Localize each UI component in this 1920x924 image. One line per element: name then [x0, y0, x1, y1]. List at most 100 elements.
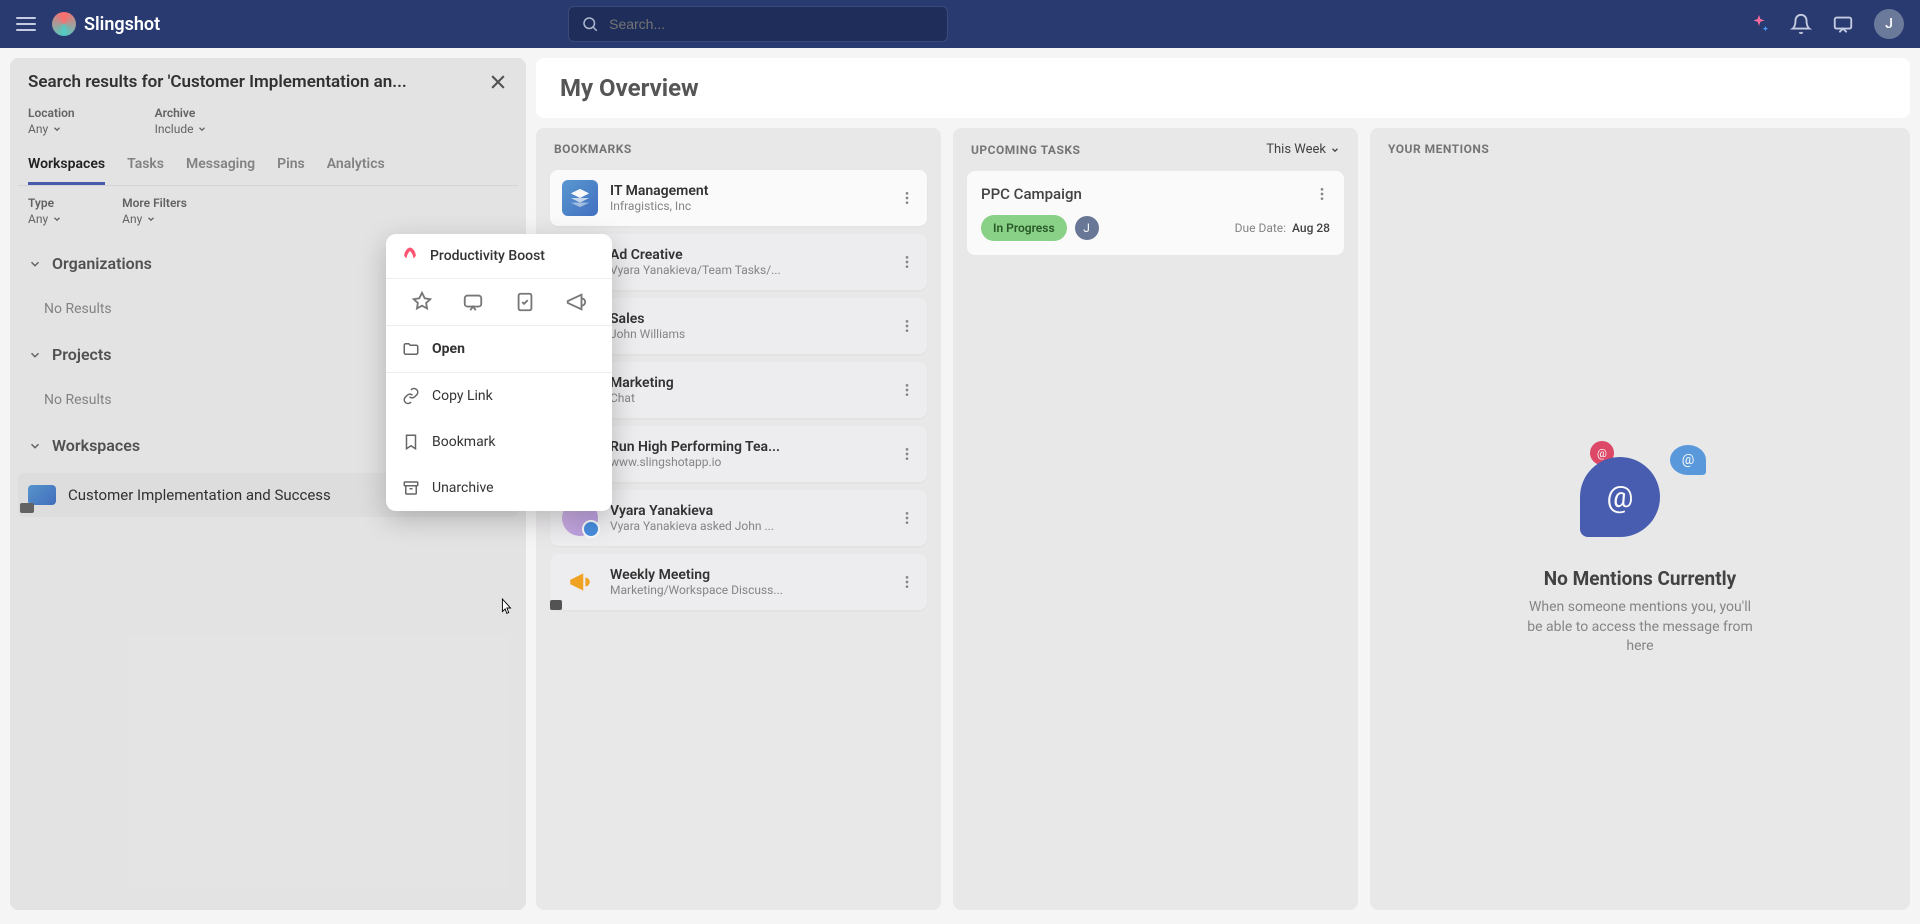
tab-tasks[interactable]: Tasks [127, 148, 164, 185]
mentions-empty-state: @ @ @ No Mentions Currently When someone… [1384, 170, 1896, 924]
bookmark-item[interactable]: IT ManagementInfragistics, Inc [550, 170, 927, 226]
upcoming-filter[interactable]: This Week [1266, 142, 1340, 157]
search-input[interactable] [609, 16, 935, 32]
hamburger-menu[interactable] [16, 17, 36, 31]
archive-icon [402, 479, 420, 497]
bookmark-title: Vyara Yanakieva [610, 503, 887, 519]
bookmark-title: Ad Creative [610, 247, 887, 263]
bookmark-subtitle: www.slingshotapp.io [610, 455, 887, 469]
mentions-header: YOUR MENTIONS [1388, 142, 1489, 156]
chevron-down-icon [52, 124, 62, 134]
filter-more-label: More Filters [122, 196, 187, 210]
context-menu-header: Productivity Boost [386, 234, 612, 279]
workspace-icon [28, 485, 56, 505]
more-icon[interactable] [899, 318, 915, 334]
archive-badge-icon [550, 600, 562, 610]
overview-header: My Overview [536, 58, 1910, 118]
rocket-icon [400, 246, 420, 266]
task-card[interactable]: PPC Campaign In Progress J Due Date: Aug… [967, 171, 1344, 255]
upcoming-column: UPCOMING TASKS This Week PPC Campaign In… [953, 128, 1358, 910]
search-tabs: Workspaces Tasks Messaging Pins Analytic… [18, 148, 518, 186]
chevron-down-icon [146, 214, 156, 224]
chat-icon[interactable] [1832, 13, 1854, 35]
status-badge: In Progress [981, 215, 1067, 241]
filter-type-value[interactable]: Any [28, 212, 62, 226]
bookmark-icon [562, 180, 598, 216]
header-actions: J [1748, 9, 1904, 39]
logo-icon [52, 12, 76, 36]
bookmark-subtitle: Infragistics, Inc [610, 199, 887, 213]
announce-icon[interactable] [565, 291, 587, 313]
task-icon[interactable] [514, 291, 536, 313]
context-menu-popup: Productivity Boost Open Copy Link Bookma… [386, 234, 612, 511]
tab-analytics[interactable]: Analytics [327, 148, 385, 185]
more-icon[interactable] [899, 254, 915, 270]
ai-sparkle-icon[interactable] [1748, 13, 1770, 35]
tab-messaging[interactable]: Messaging [186, 148, 255, 185]
more-icon[interactable] [1314, 186, 1330, 202]
more-icon[interactable] [899, 382, 915, 398]
global-search[interactable] [568, 6, 948, 42]
mentions-empty-title: No Mentions Currently [1544, 567, 1736, 590]
tab-workspaces[interactable]: Workspaces [28, 148, 105, 185]
pin-icon[interactable] [411, 291, 433, 313]
message-icon[interactable] [462, 291, 484, 313]
upcoming-title: UPCOMING TASKS [971, 143, 1080, 157]
chevron-down-icon [197, 124, 207, 134]
bookmarks-title: BOOKMARKS [554, 142, 632, 156]
search-icon [581, 15, 599, 33]
context-bookmark[interactable]: Bookmark [386, 419, 612, 465]
due-date: Due Date: Aug 28 [1235, 221, 1330, 235]
context-quick-actions [386, 279, 612, 326]
more-icon[interactable] [899, 574, 915, 590]
bookmark-subtitle: Marketing/Workspace Discuss... [610, 583, 887, 597]
more-icon[interactable] [899, 190, 915, 206]
bookmark-subtitle: John Williams [610, 327, 887, 341]
app-header: Slingshot J [0, 0, 1920, 48]
task-title: PPC Campaign [981, 185, 1082, 203]
bookmark-subtitle: Chat [610, 391, 887, 405]
mentions-column: YOUR MENTIONS @ @ @ No Mentions Currentl… [1370, 128, 1910, 910]
context-menu-title: Productivity Boost [430, 248, 545, 264]
bookmark-icon [402, 433, 420, 451]
context-unarchive[interactable]: Unarchive [386, 465, 612, 511]
context-open[interactable]: Open [386, 326, 612, 372]
brand-logo[interactable]: Slingshot [52, 12, 160, 36]
global-search-wrap [568, 6, 948, 42]
brand-name: Slingshot [84, 14, 160, 35]
mentions-illustration: @ @ @ [1570, 437, 1710, 547]
user-avatar[interactable]: J [1874, 9, 1904, 39]
filter-location-value[interactable]: Any [28, 122, 75, 136]
assignee-avatar: J [1075, 216, 1099, 240]
bookmark-title: Weekly Meeting [610, 567, 887, 583]
filter-row-secondary: Type Any More Filters Any [18, 186, 518, 240]
main-content: My Overview BOOKMARKS IT ManagementInfra… [536, 58, 1910, 910]
at-bubble-large: @ [1580, 457, 1660, 537]
chevron-down-icon [52, 214, 62, 224]
tab-pins[interactable]: Pins [277, 148, 305, 185]
chevron-down-icon [1330, 145, 1340, 155]
more-icon[interactable] [899, 510, 915, 526]
bookmark-icon [562, 564, 598, 600]
filter-type-label: Type [28, 196, 62, 210]
chevron-down-icon [28, 439, 42, 453]
chevron-down-icon [28, 257, 42, 271]
bookmark-title: IT Management [610, 183, 887, 199]
search-results-title: Search results for 'Customer Implementat… [28, 72, 407, 92]
bookmark-title: Marketing [610, 375, 887, 391]
mentions-empty-desc: When someone mentions you, you'll be abl… [1520, 598, 1760, 657]
context-copy-link[interactable]: Copy Link [386, 373, 612, 419]
page-title: My Overview [560, 74, 1886, 102]
filter-more-value[interactable]: Any [122, 212, 187, 226]
filter-row-primary: Location Any Archive Include [18, 102, 518, 148]
bookmark-subtitle: Vyara Yanakieva asked John ... [610, 519, 887, 533]
close-icon[interactable] [488, 72, 508, 92]
more-icon[interactable] [899, 446, 915, 462]
archive-badge-icon [20, 503, 34, 513]
at-bubble-small-blue: @ [1670, 445, 1706, 475]
bookmark-title: Sales [610, 311, 887, 327]
filter-archive-label: Archive [155, 106, 208, 120]
bell-icon[interactable] [1790, 13, 1812, 35]
bookmark-item[interactable]: Weekly MeetingMarketing/Workspace Discus… [550, 554, 927, 610]
filter-archive-value[interactable]: Include [155, 122, 208, 136]
